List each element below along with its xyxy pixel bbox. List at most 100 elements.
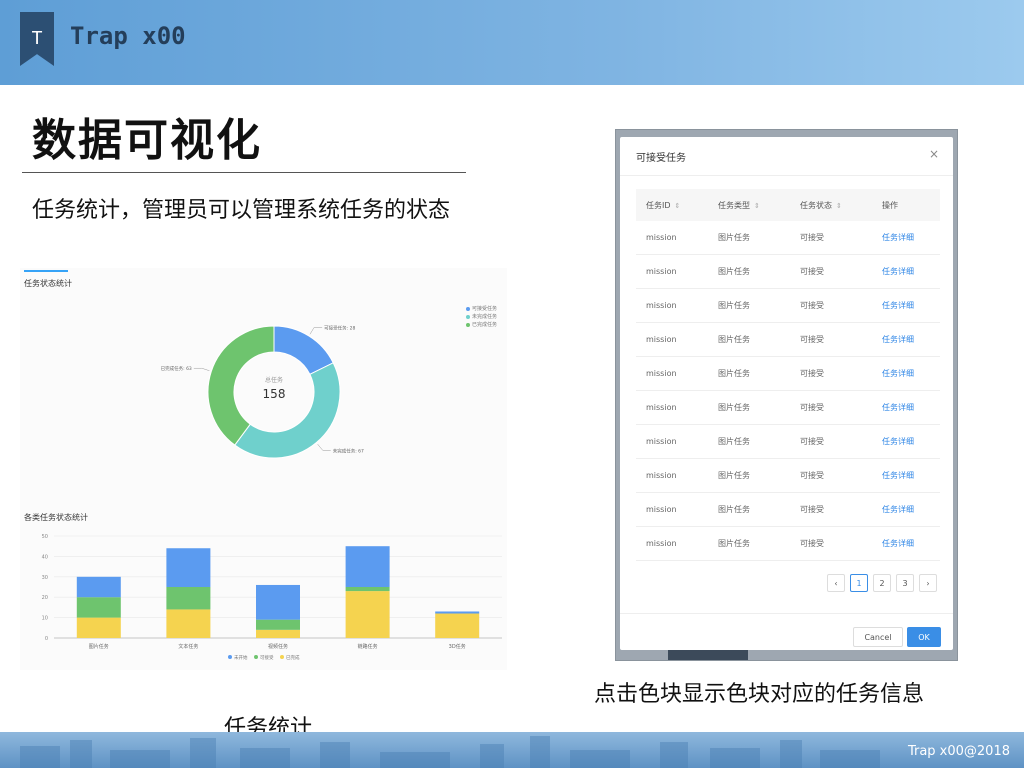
- bar-segment[interactable]: [256, 629, 300, 638]
- table-cell: 图片任务: [718, 505, 750, 514]
- task-detail-link[interactable]: 任务详细: [882, 538, 940, 549]
- column-header-type[interactable]: 任务类型 ⇕: [718, 200, 800, 211]
- table-cell: mission: [646, 301, 677, 310]
- table-cell: 图片任务: [718, 403, 750, 412]
- table-cell: 可接受: [800, 233, 824, 242]
- x-tick-label: 图片任务: [89, 643, 109, 650]
- table-cell: 图片任务: [718, 301, 750, 310]
- column-header-status[interactable]: 任务状态 ⇕: [800, 200, 882, 211]
- table-cell: 可接受: [800, 267, 824, 276]
- table-cell: mission: [646, 437, 677, 446]
- table-cell: 图片任务: [718, 539, 750, 548]
- table-cell: 图片任务: [718, 437, 750, 446]
- bar-segment[interactable]: [345, 591, 390, 638]
- sort-icon: ⇕: [836, 201, 842, 210]
- table-cell: 可接受: [800, 471, 824, 480]
- task-detail-link[interactable]: 任务详细: [882, 402, 940, 413]
- bar-segment[interactable]: [166, 609, 211, 638]
- table-cell: 图片任务: [718, 471, 750, 480]
- task-detail-link[interactable]: 任务详细: [882, 232, 940, 243]
- task-detail-link[interactable]: 任务详细: [882, 334, 940, 345]
- next-page-button[interactable]: ›: [919, 574, 937, 592]
- brand-name: Trap x00: [70, 22, 186, 50]
- footer-credit: Trap x00@2018: [907, 744, 1010, 759]
- ok-button[interactable]: OK: [907, 627, 941, 647]
- column-header-id[interactable]: 任务ID ⇕: [636, 200, 718, 211]
- slide-subtitle: 任务统计，管理员可以管理系统任务的状态: [32, 198, 451, 223]
- y-tick-label: 40: [42, 554, 48, 560]
- x-tick-label: 3D任务: [449, 643, 466, 650]
- page-2-button[interactable]: 2: [873, 574, 891, 592]
- bar-segment[interactable]: [345, 546, 390, 587]
- page-1-button[interactable]: 1: [850, 574, 868, 592]
- table-cell: 可接受: [800, 403, 824, 412]
- prev-page-button[interactable]: ‹: [827, 574, 845, 592]
- table-cell: 可接受: [800, 437, 824, 446]
- table-header: 任务ID ⇕ 任务类型 ⇕ 任务状态 ⇕ 操作: [636, 189, 940, 221]
- table-cell: mission: [646, 335, 677, 344]
- cancel-button[interactable]: Cancel: [853, 627, 903, 647]
- task-detail-link[interactable]: 任务详细: [882, 504, 940, 515]
- table-row: mission 图片任务 可接受 任务详细: [636, 323, 940, 357]
- pie-center-value: 158: [263, 387, 286, 401]
- bar-segment[interactable]: [345, 587, 390, 592]
- table-cell: 可接受: [800, 505, 824, 514]
- dialog-caption: 点击色块显示色块对应的任务信息: [594, 682, 925, 707]
- bar-segment[interactable]: [435, 613, 480, 638]
- table-cell: 可接受: [800, 369, 824, 378]
- dialog-title: 可接受任务: [636, 153, 686, 164]
- table-cell: mission: [646, 267, 677, 276]
- page-3-button[interactable]: 3: [896, 574, 914, 592]
- pie-center-label: 总任务: [265, 376, 283, 384]
- task-detail-link[interactable]: 任务详细: [882, 368, 940, 379]
- table-cell: 图片任务: [718, 267, 750, 276]
- close-icon[interactable]: ×: [929, 147, 939, 161]
- bar-legend-label[interactable]: 已完成: [286, 654, 300, 661]
- pie-slice[interactable]: [207, 325, 275, 446]
- bar-segment[interactable]: [166, 548, 211, 587]
- table-cell: mission: [646, 233, 677, 242]
- bar-segment[interactable]: [435, 611, 480, 614]
- statistics-panel: 任务状态统计 可接受任务 未完成任务 已完成任务 各类任务状态统计 可接受任务:…: [20, 268, 507, 670]
- table-cell: 可接受: [800, 301, 824, 310]
- pie-slice[interactable]: [234, 362, 341, 459]
- table-cell: mission: [646, 539, 677, 548]
- background-strip: [668, 650, 748, 660]
- x-tick-label: 视频任务: [268, 643, 288, 650]
- bar-legend-label[interactable]: 可接受: [260, 654, 274, 661]
- bar-segment[interactable]: [76, 617, 121, 638]
- table-row: mission 图片任务 可接受 任务详细: [636, 391, 940, 425]
- legend-dot-icon: [280, 655, 284, 659]
- logo-bookmark-icon: T: [20, 12, 54, 66]
- y-tick-label: 20: [42, 595, 48, 601]
- pie-leader-line: [309, 327, 323, 335]
- task-detail-link[interactable]: 任务详细: [882, 470, 940, 481]
- table-cell: 可接受: [800, 539, 824, 548]
- table-row: mission 图片任务 可接受 任务详细: [636, 459, 940, 493]
- dialog-divider: [620, 175, 953, 176]
- y-tick-label: 0: [45, 636, 48, 642]
- table-row: mission 图片任务 可接受 任务详细: [636, 425, 940, 459]
- table-row: mission 图片任务 可接受 任务详细: [636, 527, 940, 561]
- y-tick-label: 30: [42, 575, 48, 581]
- bar-segment[interactable]: [256, 584, 300, 620]
- pie-leader-line: [193, 367, 210, 371]
- task-detail-link[interactable]: 任务详细: [882, 266, 940, 277]
- table-cell: 图片任务: [718, 335, 750, 344]
- table-cell: mission: [646, 369, 677, 378]
- pie-leader-line: [317, 444, 331, 451]
- skyline-decoration: [20, 736, 880, 768]
- column-header-action: 操作: [882, 200, 898, 210]
- bar-legend-label[interactable]: 未开始: [234, 654, 248, 661]
- pie-slice-label: 可接受任务: 28: [324, 324, 355, 331]
- task-detail-link[interactable]: 任务详细: [882, 436, 940, 447]
- bar-segment[interactable]: [166, 587, 211, 610]
- task-detail-link[interactable]: 任务详细: [882, 300, 940, 311]
- charts-canvas: 可接受任务: 28 未完成任务: 67 已完成任务: 63 总任务 158 0 10 20 30…: [42, 324, 502, 661]
- bar-segment[interactable]: [256, 619, 300, 630]
- task-table: 任务ID ⇕ 任务类型 ⇕ 任务状态 ⇕ 操作 mission 图片任务 可接受 任务详细 m…: [636, 189, 940, 561]
- bar-segment[interactable]: [76, 576, 121, 598]
- bar-segment[interactable]: [76, 597, 121, 618]
- pie-slice-label: 未完成任务: 67: [333, 447, 364, 454]
- sort-icon: ⇕: [674, 201, 681, 210]
